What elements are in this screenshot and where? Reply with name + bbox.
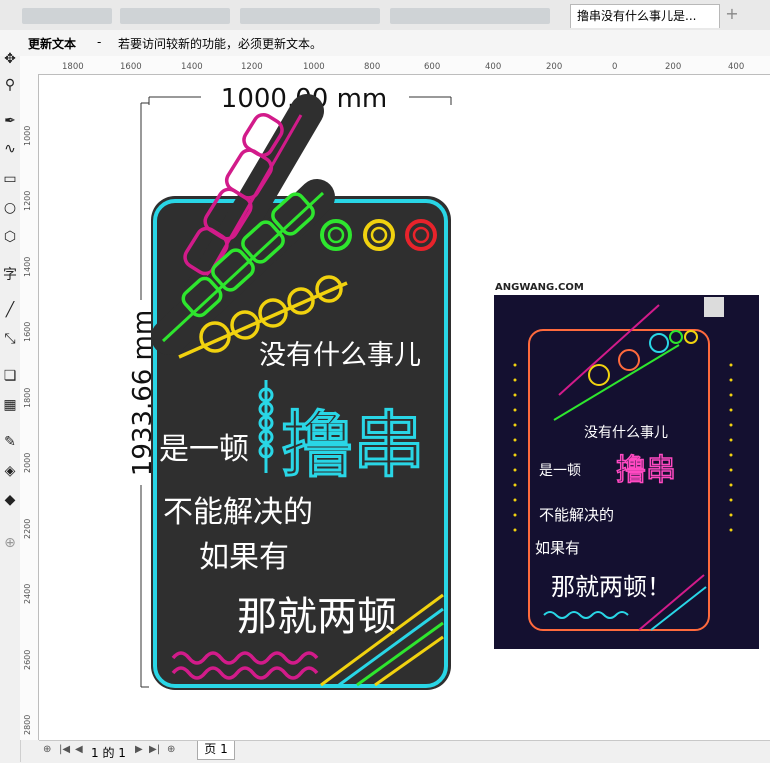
- ruler-label: 1200: [23, 190, 32, 211]
- notice-message: 若要访问较新的功能，必须更新文本。: [118, 37, 323, 51]
- slogan-big-text: 撸串: [281, 403, 425, 487]
- tab-bar: 撸串没有什么事儿是... +: [0, 0, 770, 31]
- slogan-line-5: 那就两顿: [237, 594, 397, 640]
- zoom-tool-icon[interactable]: ⚲: [1, 76, 19, 94]
- pen-tool-icon[interactable]: ✒: [1, 112, 19, 130]
- reference-big-text: 撸串: [616, 453, 676, 488]
- ruler-label: 200: [546, 62, 563, 72]
- ruler-label: 600: [424, 62, 441, 72]
- eyedropper-tool-icon[interactable]: ✎: [1, 433, 19, 451]
- ruler-label: 2000: [23, 452, 32, 473]
- fill-tool-icon[interactable]: ◈: [1, 462, 19, 480]
- slogan-line-2-prefix: 是一顿: [159, 432, 249, 467]
- drawing-canvas[interactable]: 1000.00 mm 1933.66 mm 没有什么事儿 是一顿 撸串 不能解决…: [39, 75, 770, 740]
- ruler-label: 1600: [120, 62, 142, 72]
- prev-page-icon[interactable]: ◀: [75, 744, 83, 755]
- ruler-label: 2400: [23, 583, 32, 604]
- reference-poster[interactable]: ANGWANG.COM 没有什么事儿 是一顿 撸串 不能解决的 如果有 那就两顿…: [494, 277, 759, 649]
- shadow-tool-icon[interactable]: ❏: [1, 367, 19, 385]
- ruler-label: 1600: [23, 321, 32, 342]
- slogan-line-4: 如果有: [199, 540, 289, 575]
- reference-line-4: 如果有: [535, 539, 580, 557]
- page-tab-1[interactable]: 页 1: [197, 741, 235, 760]
- slogan-line-1: 没有什么事儿: [259, 340, 421, 371]
- add-tab-icon[interactable]: +: [724, 6, 740, 22]
- reference-site-text: ANGWANG.COM: [495, 282, 584, 293]
- transparency-tool-icon[interactable]: ▦: [1, 396, 19, 414]
- text-tool-icon[interactable]: 字: [1, 266, 19, 284]
- blurred-tab: [390, 8, 550, 24]
- first-page-icon[interactable]: |◀: [59, 744, 70, 755]
- page-navigation-bar: ⊕ |◀ ◀ 1 的 1 ▶ ▶| ⊕ 页 1: [39, 740, 770, 763]
- ruler-label: 1400: [181, 62, 203, 72]
- slogan-line-3: 不能解决的: [163, 495, 313, 530]
- last-page-icon[interactable]: ▶|: [149, 744, 160, 755]
- ruler-label: 1800: [62, 62, 84, 72]
- crop-tool-icon[interactable]: ✥: [1, 50, 19, 68]
- ruler-label: 200: [665, 62, 682, 72]
- ruler-label: 1800: [23, 387, 32, 408]
- add-tool-icon[interactable]: ⊕: [1, 534, 19, 552]
- qr-code-icon: [704, 297, 724, 317]
- reference-line-5: 那就两顿！: [551, 573, 671, 601]
- ruler-label: 400: [485, 62, 502, 72]
- curve-tool-icon[interactable]: ∿: [1, 140, 19, 158]
- ruler-label: 1000: [23, 125, 32, 146]
- toolbox: ✥ ⚲ ✒ ∿ ▭ ○ ⬡ 字 ╱ ⤡ ❏ ▦ ✎ ◈ ◆ ⊕: [0, 51, 21, 762]
- horizontal-ruler[interactable]: 1800 1600 1400 1200 1000 800 600 400 200…: [20, 56, 770, 75]
- add-page-after-icon[interactable]: ⊕: [167, 744, 175, 755]
- ruler-label: 1400: [23, 256, 32, 277]
- ellipse-tool-icon[interactable]: ○: [1, 199, 19, 217]
- blurred-tab: [240, 8, 380, 24]
- ruler-label: 1000: [303, 62, 325, 72]
- ruler-label: 2600: [23, 649, 32, 670]
- reference-line-2-prefix: 是一顿: [539, 463, 581, 479]
- canvas-artwork: 1000.00 mm 1933.66 mm 没有什么事儿 是一顿 撸串 不能解决…: [128, 84, 759, 690]
- line-tool-icon[interactable]: ╱: [1, 301, 19, 319]
- document-tab[interactable]: 撸串没有什么事儿是...: [570, 4, 720, 28]
- polygon-tool-icon[interactable]: ⬡: [1, 228, 19, 246]
- ruler-label: 400: [728, 62, 745, 72]
- add-page-icon[interactable]: ⊕: [43, 744, 51, 755]
- next-page-icon[interactable]: ▶: [135, 744, 143, 755]
- page-counter: 1 的 1: [91, 746, 126, 760]
- connector-tool-icon[interactable]: ⤡: [1, 330, 19, 348]
- ruler-label: 2200: [23, 518, 32, 539]
- smart-fill-tool-icon[interactable]: ◆: [1, 491, 19, 509]
- notice-title[interactable]: 更新文本: [28, 35, 76, 52]
- blurred-tab: [22, 8, 112, 24]
- ruler-label: 800: [364, 62, 381, 72]
- ruler-label: 1200: [241, 62, 263, 72]
- blurred-tab: [120, 8, 230, 24]
- ruler-label: 0: [612, 62, 618, 72]
- reference-line-3: 不能解决的: [539, 506, 614, 524]
- notice-separator: -: [97, 35, 102, 49]
- reference-line-1: 没有什么事儿: [584, 425, 668, 441]
- rectangle-tool-icon[interactable]: ▭: [1, 170, 19, 188]
- update-notice-bar: 更新文本 - 若要访问较新的功能，必须更新文本。: [0, 30, 770, 57]
- vertical-ruler[interactable]: 1000 1200 1400 1600 1800 2000 2200 2400 …: [20, 74, 39, 740]
- ruler-label: 2800: [23, 714, 32, 735]
